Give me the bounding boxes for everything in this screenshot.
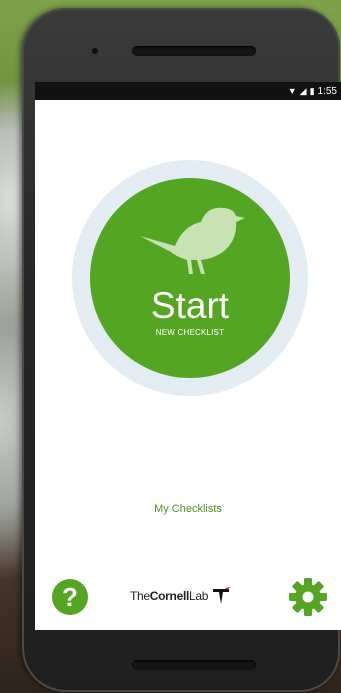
- status-bar: ▼ ◢ ▮ 1:55: [35, 82, 341, 100]
- front-camera: [92, 48, 98, 54]
- start-new-checklist-button[interactable]: Start NEW CHECKLIST: [90, 178, 290, 378]
- battery-icon: ▮: [309, 85, 315, 96]
- bird-icon: [140, 207, 245, 274]
- my-checklists-link[interactable]: My Checklists: [35, 503, 341, 515]
- signal-icon: ◢: [299, 85, 307, 96]
- cornell-lab-icon: [213, 587, 231, 604]
- cornell-lab-logo: The Cornell Lab: [130, 585, 231, 607]
- settings-icon[interactable]: [288, 577, 328, 617]
- logo-suffix: Lab: [189, 589, 209, 603]
- new-checklist-label: NEW CHECKLIST: [155, 328, 225, 337]
- bottom-speaker: [132, 660, 256, 670]
- logo-name: Cornell: [149, 589, 190, 603]
- logo-prefix: The: [130, 589, 150, 603]
- wifi-icon: ▼: [287, 86, 297, 96]
- status-time: 1:55: [317, 85, 337, 97]
- app-screen: ▼ ◢ ▮ 1:55 Start NEW CHECKLIST My Checkl…: [35, 82, 341, 630]
- help-icon[interactable]: ?: [52, 579, 88, 615]
- start-label: Start: [150, 285, 230, 326]
- top-speaker: [132, 46, 256, 56]
